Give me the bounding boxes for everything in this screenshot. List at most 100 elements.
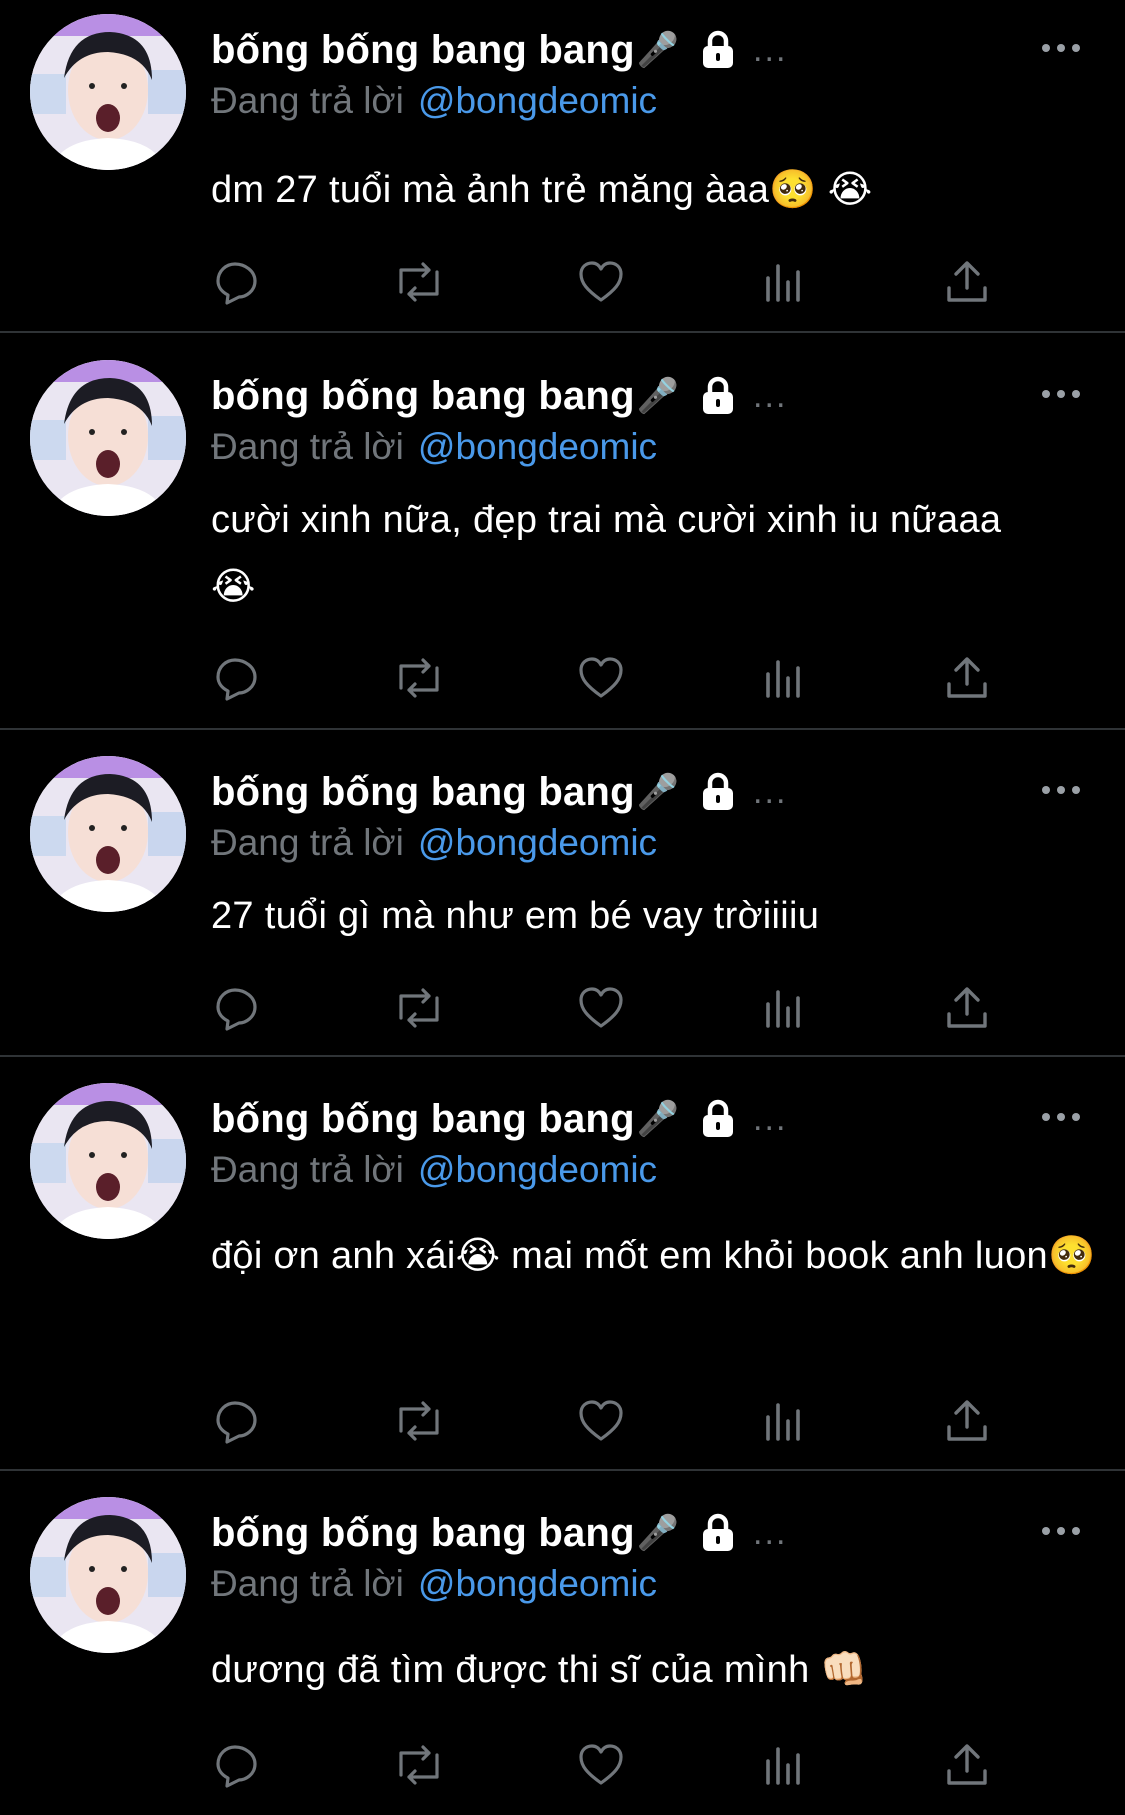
avatar[interactable] <box>30 1497 186 1653</box>
tweet-header: bống bống bang bang 🎤 ... <box>211 1091 787 1147</box>
lock-icon <box>697 1098 739 1140</box>
tweet-actions <box>211 650 1011 706</box>
avatar[interactable] <box>30 360 186 516</box>
avatar[interactable] <box>30 1083 186 1239</box>
tweet[interactable]: bống bống bang bang 🎤 ... Đang trả lời @b… <box>0 742 1125 1052</box>
name-truncation: ... <box>753 30 788 69</box>
more-options-icon[interactable] <box>1041 770 1081 810</box>
like-icon[interactable] <box>575 650 627 706</box>
tweet-text: dương đã tìm được thi sĩ của mình 👊🏻 <box>211 1649 869 1691</box>
tweet-actions <box>211 1737 1011 1793</box>
reply-icon[interactable] <box>211 254 263 310</box>
tweet-header: bống bống bang bang 🎤 ... <box>211 764 787 820</box>
like-icon[interactable] <box>575 1393 627 1449</box>
display-name[interactable]: bống bống bang bang <box>211 770 635 815</box>
tweet-text: cười xinh nữa, đẹp trai mà cười xinh iu … <box>211 499 1002 608</box>
microphone-emoji: 🎤 <box>636 377 680 415</box>
microphone-emoji: 🎤 <box>636 773 680 811</box>
replying-to-label: Đang trả lời <box>211 426 404 467</box>
share-icon[interactable] <box>941 650 993 706</box>
timeline-feed: bống bống bang bang 🎤 ... Đang trả lời @b… <box>0 0 1125 1815</box>
tweet-text: 27 tuổi gì mà như em bé vay trờiiiiu <box>211 895 820 937</box>
reply-handle-link[interactable]: @bongdeomic <box>418 426 657 467</box>
tweet-text: dm 27 tuổi mà ảnh trẻ măng àaa🥺 😭 <box>211 169 873 211</box>
replying-to-label: Đang trả lời <box>211 822 404 863</box>
lock-icon <box>697 375 739 417</box>
more-options-icon[interactable] <box>1041 374 1081 414</box>
display-name[interactable]: bống bống bang bang <box>211 28 635 73</box>
tweet-header: bống bống bang bang 🎤 ... <box>211 22 787 78</box>
reply-handle-link[interactable]: @bongdeomic <box>418 1563 657 1604</box>
reply-icon[interactable] <box>211 1737 263 1793</box>
replying-to-line: Đang trả lời @bongdeomic <box>211 1563 657 1605</box>
microphone-emoji: 🎤 <box>636 31 680 69</box>
microphone-emoji: 🎤 <box>636 1514 680 1552</box>
retweet-icon[interactable] <box>393 1737 445 1793</box>
tweet[interactable]: bống bống bang bang 🎤 ... Đang trả lời @b… <box>0 1483 1125 1815</box>
name-truncation: ... <box>753 1099 788 1138</box>
avatar-photo <box>30 756 186 912</box>
display-name[interactable]: bống bống bang bang <box>211 1511 635 1556</box>
avatar-photo <box>30 360 186 516</box>
share-icon[interactable] <box>941 1393 993 1449</box>
tweet-divider <box>0 728 1125 730</box>
views-icon[interactable] <box>757 254 809 310</box>
retweet-icon[interactable] <box>393 650 445 706</box>
tweet[interactable]: bống bống bang bang 🎤 ... Đang trả lời @b… <box>0 1069 1125 1469</box>
tweet-divider <box>0 1469 1125 1471</box>
share-icon[interactable] <box>941 254 993 310</box>
more-options-icon[interactable] <box>1041 1511 1081 1551</box>
reply-handle-link[interactable]: @bongdeomic <box>418 822 657 863</box>
tweet-actions <box>211 254 1011 310</box>
microphone-emoji: 🎤 <box>636 1100 680 1138</box>
tweet-text: đội ơn anh xái😭 mai mốt em khỏi book anh… <box>211 1235 1096 1277</box>
avatar-photo <box>30 14 186 170</box>
lock-icon <box>697 29 739 71</box>
tweet-header: bống bống bang bang 🎤 ... <box>211 368 787 424</box>
replying-to-label: Đang trả lời <box>211 1563 404 1604</box>
reply-icon[interactable] <box>211 980 263 1036</box>
avatar-photo <box>30 1083 186 1239</box>
replying-to-line: Đang trả lời @bongdeomic <box>211 822 657 864</box>
name-truncation: ... <box>753 772 788 811</box>
replying-to-line: Đang trả lời @bongdeomic <box>211 80 657 122</box>
tweet-divider <box>0 1055 1125 1057</box>
more-options-icon[interactable] <box>1041 1097 1081 1137</box>
views-icon[interactable] <box>757 1737 809 1793</box>
tweet[interactable]: bống bống bang bang 🎤 ... Đang trả lời @b… <box>0 0 1125 330</box>
name-truncation: ... <box>753 376 788 415</box>
replying-to-label: Đang trả lời <box>211 80 404 121</box>
avatar[interactable] <box>30 756 186 912</box>
tweet-header: bống bống bang bang 🎤 ... <box>211 1505 787 1561</box>
views-icon[interactable] <box>757 650 809 706</box>
share-icon[interactable] <box>941 980 993 1036</box>
display-name[interactable]: bống bống bang bang <box>211 374 635 419</box>
avatar[interactable] <box>30 14 186 170</box>
retweet-icon[interactable] <box>393 254 445 310</box>
views-icon[interactable] <box>757 1393 809 1449</box>
like-icon[interactable] <box>575 254 627 310</box>
like-icon[interactable] <box>575 1737 627 1793</box>
lock-icon <box>697 771 739 813</box>
replying-to-line: Đang trả lời @bongdeomic <box>211 1149 657 1191</box>
reply-icon[interactable] <box>211 1393 263 1449</box>
name-truncation: ... <box>753 1513 788 1552</box>
reply-icon[interactable] <box>211 650 263 706</box>
avatar-photo <box>30 1497 186 1653</box>
tweet-actions <box>211 980 1011 1036</box>
tweet-divider <box>0 331 1125 333</box>
retweet-icon[interactable] <box>393 980 445 1036</box>
replying-to-label: Đang trả lời <box>211 1149 404 1190</box>
tweet-actions <box>211 1393 1011 1449</box>
more-options-icon[interactable] <box>1041 28 1081 68</box>
replying-to-line: Đang trả lời @bongdeomic <box>211 426 657 468</box>
share-icon[interactable] <box>941 1737 993 1793</box>
views-icon[interactable] <box>757 980 809 1036</box>
like-icon[interactable] <box>575 980 627 1036</box>
reply-handle-link[interactable]: @bongdeomic <box>418 80 657 121</box>
display-name[interactable]: bống bống bang bang <box>211 1097 635 1142</box>
retweet-icon[interactable] <box>393 1393 445 1449</box>
tweet[interactable]: bống bống bang bang 🎤 ... Đang trả lời @b… <box>0 346 1125 726</box>
reply-handle-link[interactable]: @bongdeomic <box>418 1149 657 1190</box>
lock-icon <box>697 1512 739 1554</box>
